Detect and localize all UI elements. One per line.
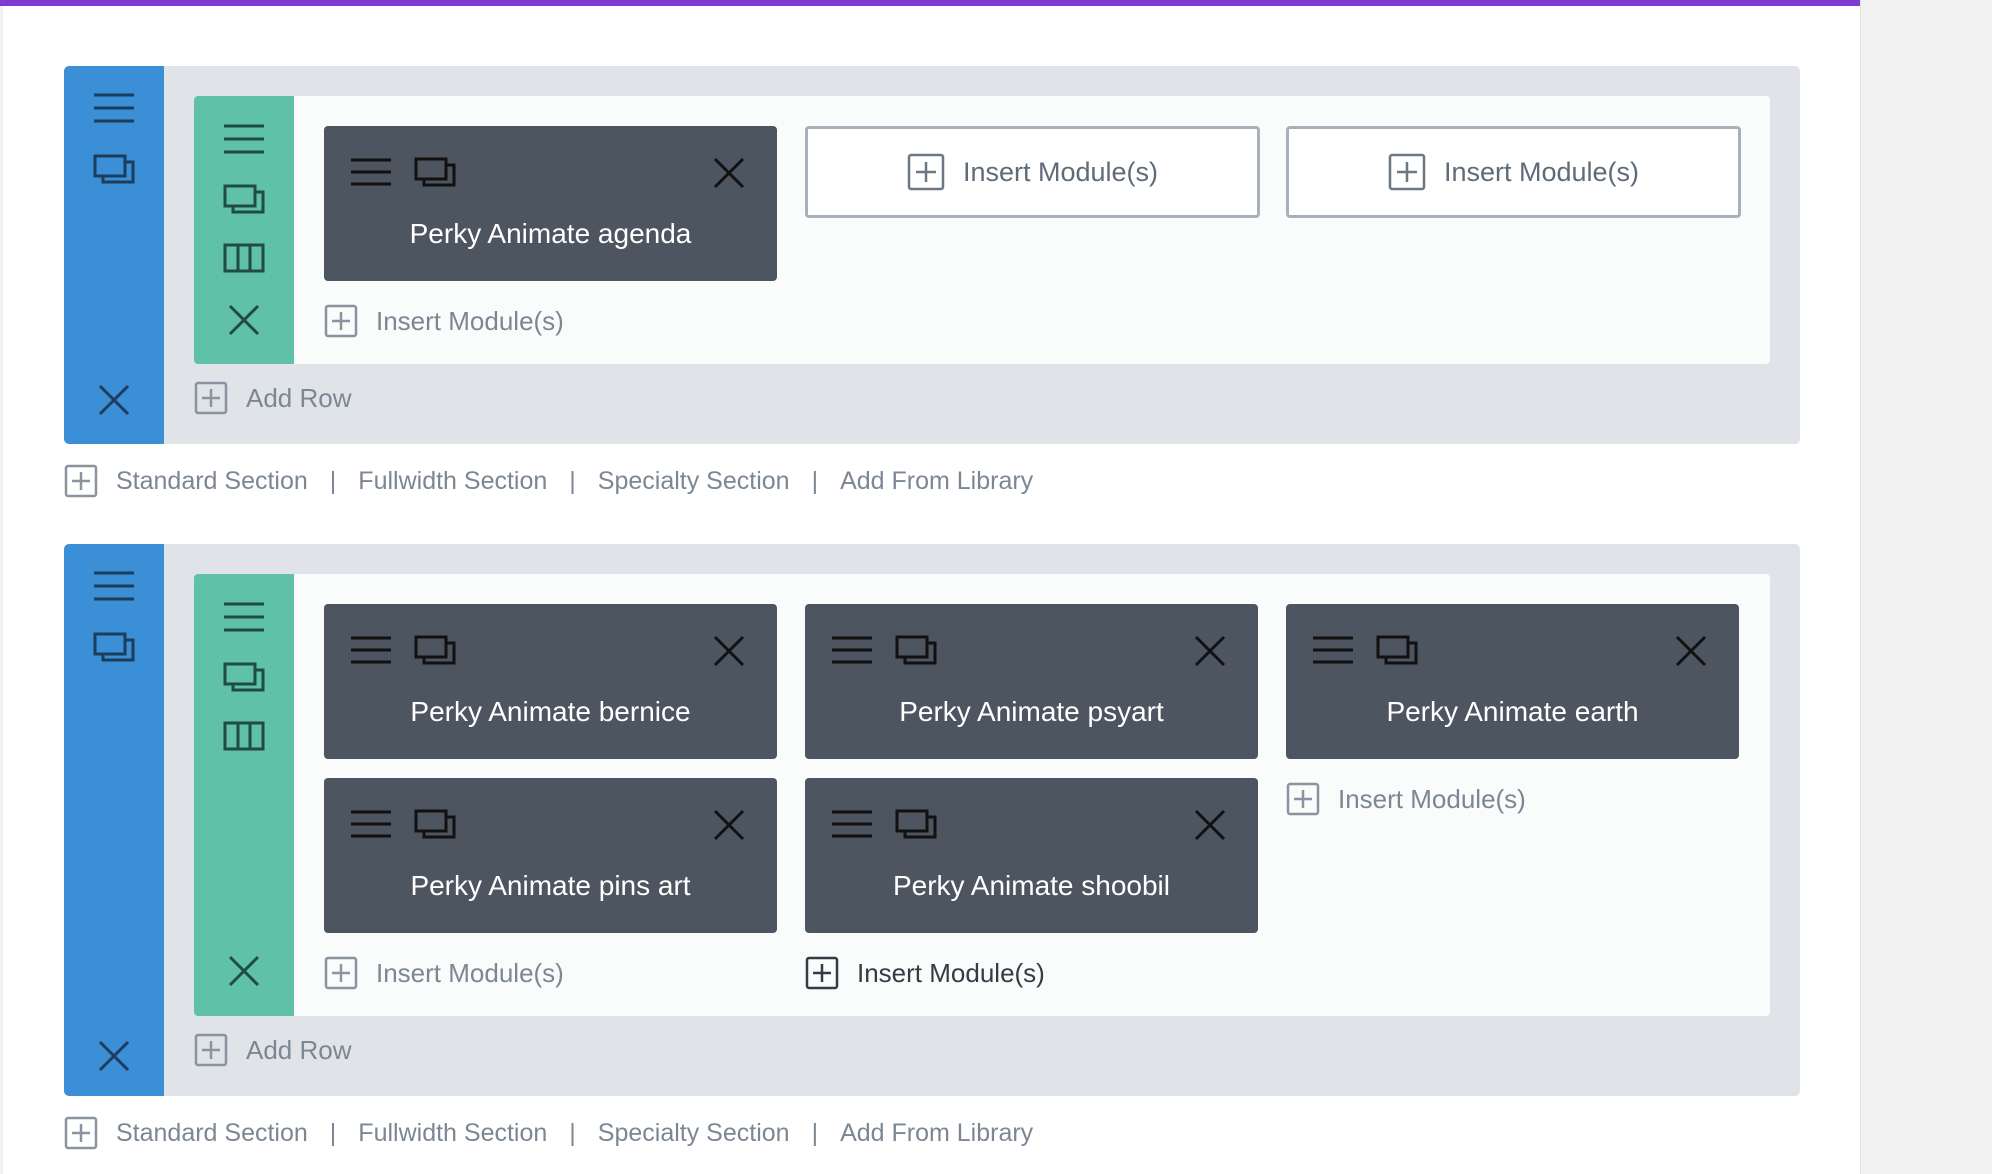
add-row-link[interactable]: Add Row: [194, 381, 352, 415]
row-1-controls: [194, 96, 294, 364]
module-title: Perky Animate pins art: [410, 870, 691, 901]
module-card[interactable]: Perky Animate bernice: [324, 604, 777, 759]
duplicate-icon[interactable]: [414, 157, 456, 191]
close-icon[interactable]: [1675, 635, 1707, 671]
duplicate-icon[interactable]: [194, 184, 294, 214]
insert-module-link[interactable]: Insert Module(s): [324, 304, 564, 338]
module-title: Perky Animate psyart: [899, 696, 1164, 727]
separator: |: [569, 466, 576, 495]
close-icon[interactable]: [64, 384, 164, 416]
plus-square-icon: [324, 304, 358, 338]
section-1-controls: [64, 66, 164, 444]
standard-section-link[interactable]: Standard Section: [116, 467, 308, 496]
hamburger-icon[interactable]: [194, 601, 294, 633]
plus-square-icon[interactable]: [64, 464, 98, 498]
insert-module-label: Insert Module(s): [1338, 783, 1526, 814]
plus-square-icon: [194, 381, 228, 415]
close-icon[interactable]: [713, 157, 745, 193]
plus-square-icon[interactable]: [64, 1116, 98, 1150]
module-card[interactable]: Perky Animate shoobil: [805, 778, 1258, 933]
separator: |: [569, 1118, 576, 1147]
duplicate-icon[interactable]: [895, 809, 937, 843]
module-card[interactable]: Perky Animate psyart: [805, 604, 1258, 759]
plus-square-icon: [1388, 153, 1426, 191]
close-icon[interactable]: [1194, 809, 1226, 845]
close-icon[interactable]: [713, 635, 745, 671]
hamburger-icon[interactable]: [350, 635, 392, 669]
duplicate-icon[interactable]: [194, 662, 294, 692]
duplicate-icon[interactable]: [64, 154, 164, 184]
module-title: Perky Animate bernice: [410, 696, 691, 727]
add-from-library-link[interactable]: Add From Library: [840, 1119, 1033, 1148]
hamburger-icon[interactable]: [350, 157, 392, 191]
insert-module-link[interactable]: Insert Module(s): [324, 956, 564, 990]
row-2: Perky Animate bernice Perky Animate pins…: [194, 574, 1770, 1016]
separator: |: [811, 466, 819, 495]
section-2: Perky Animate bernice Perky Animate pins…: [64, 544, 1800, 1096]
module-title: Perky Animate agenda: [409, 218, 692, 249]
separator: |: [329, 466, 337, 495]
hamburger-icon[interactable]: [831, 635, 873, 669]
duplicate-icon[interactable]: [414, 635, 456, 669]
hamburger-icon[interactable]: [64, 570, 164, 602]
insert-module-label: Insert Module(s): [376, 957, 564, 988]
specialty-section-link[interactable]: Specialty Section: [598, 467, 790, 496]
close-icon[interactable]: [194, 304, 294, 336]
insert-module-label: Insert Module(s): [857, 957, 1045, 988]
row-2-controls: [194, 574, 294, 1016]
add-row-label: Add Row: [246, 382, 352, 413]
insert-module-button[interactable]: Insert Module(s): [1286, 126, 1741, 218]
section-2-controls: [64, 544, 164, 1096]
insert-module-label: Insert Module(s): [1443, 156, 1640, 187]
row-1: Perky Animate agenda Insert Module(s) In…: [194, 96, 1770, 364]
module-title: Perky Animate earth: [1386, 696, 1639, 727]
hamburger-icon[interactable]: [194, 123, 294, 155]
duplicate-icon[interactable]: [1376, 635, 1418, 669]
close-icon[interactable]: [64, 1040, 164, 1072]
plus-square-icon: [907, 153, 945, 191]
fullwidth-section-link[interactable]: Fullwidth Section: [358, 467, 547, 496]
hamburger-icon[interactable]: [831, 809, 873, 843]
plus-square-icon: [1286, 782, 1320, 816]
duplicate-icon[interactable]: [895, 635, 937, 669]
insert-module-label: Insert Module(s): [962, 156, 1159, 187]
section-actions: Standard Section | Fullwidth Section | S…: [64, 464, 1033, 498]
hamburger-icon[interactable]: [64, 92, 164, 124]
module-card[interactable]: Perky Animate pins art: [324, 778, 777, 933]
module-title: Perky Animate shoobil: [892, 870, 1171, 901]
top-accent-bar: [0, 0, 1860, 6]
plus-square-icon: [324, 956, 358, 990]
hamburger-icon[interactable]: [350, 809, 392, 843]
insert-module-link[interactable]: Insert Module(s): [1286, 782, 1526, 816]
columns-icon[interactable]: [194, 721, 294, 751]
insert-module-button[interactable]: Insert Module(s): [805, 126, 1260, 218]
plus-square-icon: [805, 956, 839, 990]
add-row-label: Add Row: [246, 1034, 352, 1065]
fullwidth-section-link[interactable]: Fullwidth Section: [358, 1119, 547, 1148]
module-card[interactable]: Perky Animate agenda: [324, 126, 777, 281]
insert-module-label: Insert Module(s): [376, 305, 564, 336]
duplicate-icon[interactable]: [64, 632, 164, 662]
add-from-library-link[interactable]: Add From Library: [840, 467, 1033, 496]
standard-section-link[interactable]: Standard Section: [116, 1119, 308, 1148]
duplicate-icon[interactable]: [414, 809, 456, 843]
module-card[interactable]: Perky Animate earth: [1286, 604, 1739, 759]
separator: |: [811, 1118, 819, 1147]
specialty-section-link[interactable]: Specialty Section: [598, 1119, 790, 1148]
section-actions: Standard Section | Fullwidth Section | S…: [64, 1116, 1033, 1150]
insert-module-link[interactable]: Insert Module(s): [805, 956, 1045, 990]
close-icon[interactable]: [1194, 635, 1226, 671]
section-1: Perky Animate agenda Insert Module(s) In…: [64, 66, 1800, 444]
close-icon[interactable]: [713, 809, 745, 845]
columns-icon[interactable]: [194, 243, 294, 273]
separator: |: [329, 1118, 337, 1147]
close-icon[interactable]: [194, 955, 294, 987]
plus-square-icon: [194, 1033, 228, 1067]
right-gutter: [1860, 0, 1992, 1174]
add-row-link[interactable]: Add Row: [194, 1033, 352, 1067]
hamburger-icon[interactable]: [1312, 635, 1354, 669]
